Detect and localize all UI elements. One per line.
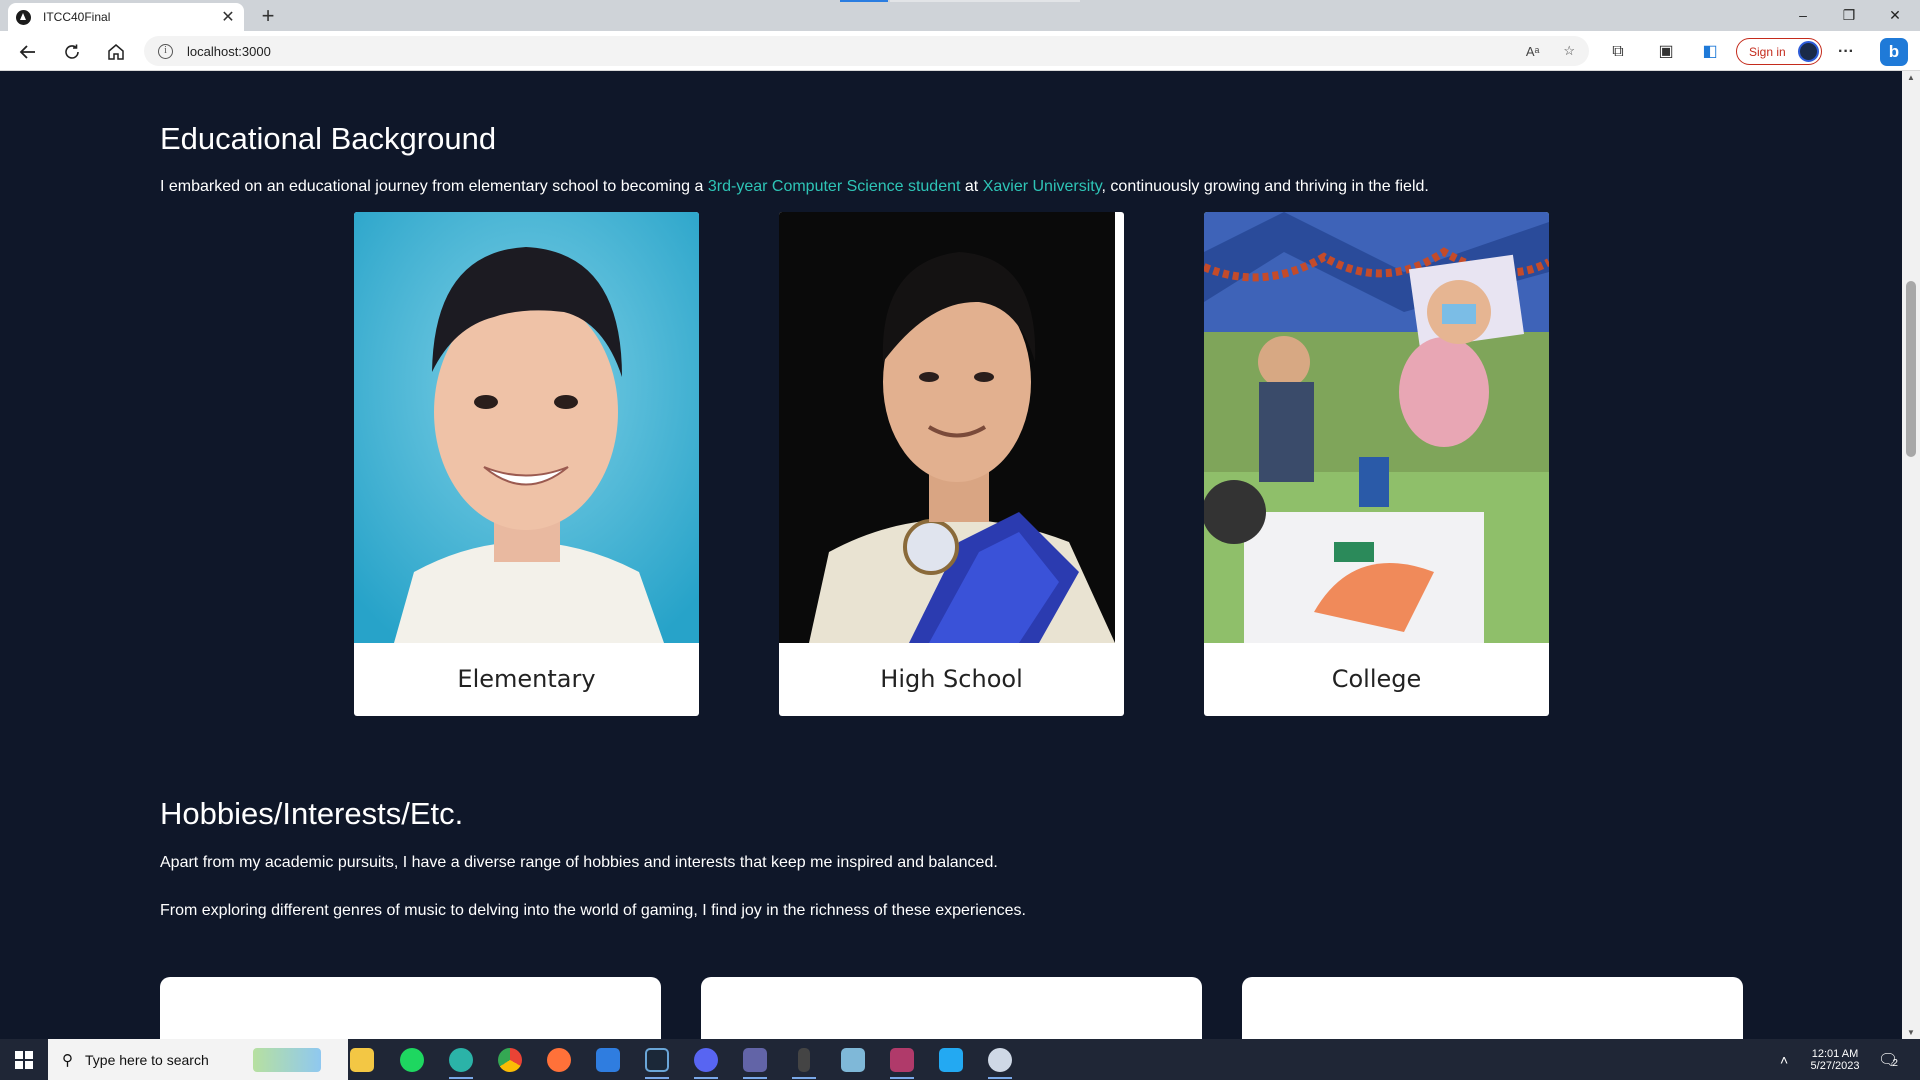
vscode-icon[interactable] — [931, 1044, 971, 1076]
minimize-button[interactable]: – — [1780, 0, 1826, 31]
education-heading: Educational Background — [160, 121, 497, 156]
edge-icon[interactable] — [441, 1044, 481, 1079]
hobby-card-1 — [160, 977, 661, 1039]
paint-icon[interactable] — [980, 1044, 1020, 1079]
discord-icon[interactable] — [686, 1044, 726, 1079]
degree-highlight: 3rd-year Computer Science student — [707, 178, 961, 195]
site-favicon-icon — [16, 9, 31, 25]
notification-count: 2 — [1892, 1058, 1898, 1069]
url-text[interactable]: localhost:3000 — [187, 44, 1502, 59]
teams-icon[interactable] — [735, 1044, 775, 1079]
read-aloud-icon[interactable]: Aᵃ — [1526, 44, 1540, 59]
page-content: Educational Background I embarked on an … — [0, 71, 1902, 1039]
clock[interactable]: 12:01 AM 5/27/2023 — [1800, 1039, 1870, 1080]
education-card-college: College — [1204, 212, 1549, 716]
avatar — [1798, 41, 1819, 62]
firefox-icon[interactable] — [539, 1044, 579, 1076]
loading-track — [890, 0, 1080, 2]
intro-text-1: I embarked on an educational journey fro… — [160, 178, 708, 195]
intro-text-2: at — [960, 178, 983, 195]
search-icon: ⚲ — [62, 1051, 73, 1069]
college-photo — [1204, 212, 1549, 643]
hobby-card-3 — [1242, 977, 1743, 1039]
search-placeholder: Type here to search — [85, 1051, 209, 1068]
close-window-button[interactable]: ✕ — [1872, 0, 1918, 31]
terminal-icon[interactable] — [784, 1044, 824, 1079]
taskbar: ⚲ Type here to search ˄ 12:01 AM 5/27/20… — [0, 1039, 1920, 1080]
tab-title: ITCC40Final — [43, 10, 111, 24]
file-explorer-icon[interactable] — [342, 1044, 382, 1076]
winrar-icon[interactable] — [882, 1044, 922, 1079]
university-highlight: Xavier University — [982, 178, 1102, 195]
notification-center-icon[interactable]: 🗨 2 — [1878, 1039, 1898, 1080]
home-icon[interactable] — [102, 38, 130, 66]
scrollbar-thumb[interactable] — [1906, 281, 1916, 457]
clock-date: 5/27/2023 — [1810, 1059, 1860, 1072]
intro-text-3: , continuously growing and thriving in t… — [1101, 178, 1429, 195]
elementary-photo — [354, 212, 699, 643]
back-icon[interactable] — [14, 38, 42, 66]
hobby-card-2 — [701, 977, 1202, 1039]
refresh-icon[interactable] — [58, 38, 86, 66]
sign-in-button[interactable]: Sign in — [1736, 38, 1822, 65]
edge-bar-icon[interactable]: ◧ — [1697, 39, 1723, 65]
windows-logo-icon — [15, 1050, 33, 1069]
restore-button[interactable]: ❐ — [1826, 0, 1872, 31]
tray-overflow-icon[interactable]: ˄ — [1780, 1039, 1788, 1080]
hobbies-heading: Hobbies/Interests/Etc. — [160, 796, 464, 831]
education-card-elementary: Elementary — [354, 212, 699, 716]
steam-icon[interactable] — [637, 1044, 677, 1079]
spotify-icon[interactable] — [392, 1044, 432, 1076]
card-caption: College — [1331, 665, 1422, 693]
search-highlight-icon — [253, 1048, 321, 1072]
hobbies-paragraph-1: Apart from my academic pursuits, I have … — [160, 854, 998, 871]
windows-start-button[interactable] — [0, 1039, 48, 1080]
collections-icon[interactable]: ▣ — [1653, 39, 1679, 65]
education-intro: I embarked on an educational journey fro… — [160, 178, 1429, 196]
page-scrollbar[interactable]: ▲ ▼ — [1902, 71, 1920, 1039]
more-icon[interactable]: ··· — [1833, 39, 1859, 65]
chrome-icon[interactable] — [490, 1044, 530, 1076]
notes-icon[interactable] — [833, 1044, 873, 1076]
favorite-icon[interactable]: ☆ — [1563, 43, 1575, 59]
card-caption: Elementary — [457, 665, 596, 693]
scroll-up-icon[interactable]: ▲ — [1902, 73, 1920, 82]
bing-icon[interactable]: b — [1880, 38, 1908, 66]
tab-strip: ITCC40Final ✕ + – ❐ ✕ — [0, 0, 1920, 31]
tab-close-icon[interactable]: ✕ — [220, 7, 236, 27]
address-toolbar: i localhost:3000 Aᵃ ☆ ⧉ ▣ ◧ Sign in ··· … — [0, 31, 1920, 71]
new-tab-button[interactable]: + — [254, 3, 282, 29]
taskbar-search[interactable]: ⚲ Type here to search — [48, 1039, 348, 1080]
clock-time: 12:01 AM — [1811, 1047, 1859, 1060]
site-info-icon[interactable]: i — [158, 43, 173, 59]
address-bar[interactable]: i localhost:3000 Aᵃ ☆ — [144, 36, 1589, 66]
hobbies-paragraph-2: From exploring different genres of music… — [160, 902, 1026, 919]
card-caption: High School — [880, 665, 1023, 693]
app-installer-icon[interactable] — [588, 1044, 628, 1076]
scroll-down-icon[interactable]: ▼ — [1902, 1028, 1920, 1037]
education-card-high-school: High School — [779, 212, 1124, 716]
extensions-icon[interactable]: ⧉ — [1605, 39, 1631, 65]
loading-indicator — [840, 0, 888, 2]
high-school-photo — [779, 212, 1124, 643]
browser-tab[interactable]: ITCC40Final ✕ — [8, 3, 244, 31]
sign-in-label: Sign in — [1749, 44, 1786, 59]
